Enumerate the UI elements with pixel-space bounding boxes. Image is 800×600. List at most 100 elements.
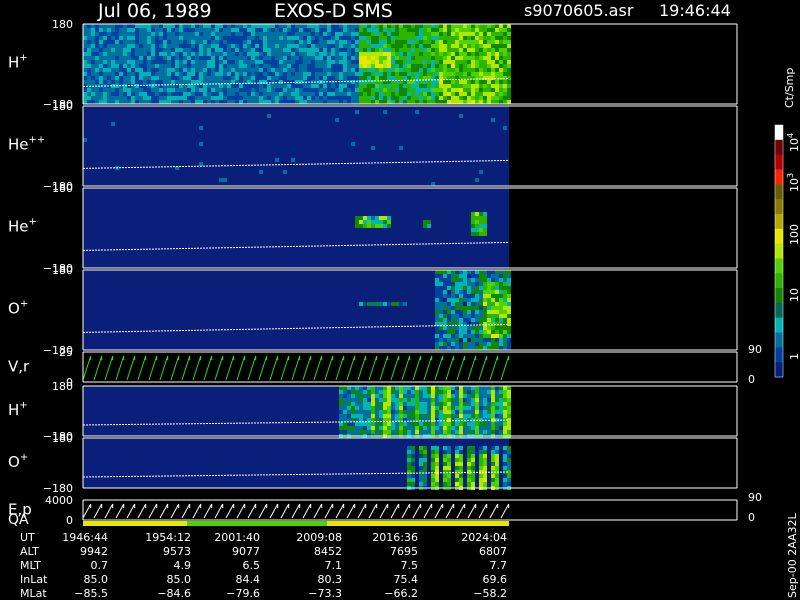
heatmap-cell xyxy=(91,60,95,64)
heatmap-cell xyxy=(183,80,187,84)
heatmap-cell xyxy=(263,72,267,76)
heatmap-cell xyxy=(383,60,387,64)
heatmap-cell xyxy=(399,52,403,56)
heatmap-cell xyxy=(331,64,335,68)
heatmap-cell xyxy=(255,60,259,64)
heatmap-cell xyxy=(91,40,95,44)
heatmap-cell xyxy=(435,386,439,390)
heatmap-cell xyxy=(367,68,371,72)
heatmap-cell xyxy=(339,418,343,422)
heatmap-cell xyxy=(247,88,251,92)
heatmap-cell xyxy=(343,80,347,84)
heatmap-cell xyxy=(439,346,443,350)
heatmap-cell xyxy=(267,52,271,56)
heatmap-cell xyxy=(195,52,199,56)
heatmap-cell xyxy=(287,76,291,80)
heatmap-cell xyxy=(495,76,499,80)
heatmap-cell xyxy=(451,310,455,314)
heatmap-cell xyxy=(183,24,187,28)
heatmap-cell xyxy=(239,76,243,80)
heatmap-cell xyxy=(355,414,359,418)
heatmap-cell xyxy=(323,88,327,92)
heatmap-cell xyxy=(311,24,315,28)
heatmap-cell xyxy=(379,84,383,88)
heatmap-cell xyxy=(383,390,387,394)
heatmap-cell xyxy=(375,422,379,426)
heatmap-cell xyxy=(367,48,371,52)
heatmap-cell xyxy=(355,410,359,414)
heatmap-cell xyxy=(367,32,371,36)
heatmap-cell xyxy=(299,96,303,100)
heatmap-cell xyxy=(419,450,423,454)
heatmap-cell xyxy=(463,338,467,342)
heatmap-cell xyxy=(171,36,175,40)
heatmap-cell xyxy=(207,32,211,36)
heatmap-cell xyxy=(327,68,331,72)
heatmap-cell xyxy=(503,390,507,394)
heatmap-cell xyxy=(371,100,375,104)
heatmap-cell xyxy=(255,100,259,104)
heatmap-cell xyxy=(483,220,487,224)
heatmap-cell xyxy=(243,88,247,92)
heatmap-cell xyxy=(111,44,115,48)
heatmap-cell xyxy=(455,290,459,294)
heatmap-cell xyxy=(211,60,215,64)
heatmap-cell xyxy=(479,64,483,68)
heatmap-cell xyxy=(459,482,463,486)
heatmap-cell xyxy=(487,298,491,302)
heatmap-cell xyxy=(479,318,483,322)
heatmap-cell xyxy=(371,390,375,394)
heatmap-cell xyxy=(107,28,111,32)
heatmap-cell xyxy=(139,64,143,68)
heatmap-cell xyxy=(351,84,355,88)
heatmap-cell xyxy=(203,52,207,56)
heatmap-cell xyxy=(271,80,275,84)
heatmap-cell xyxy=(351,422,355,426)
heatmap-cell xyxy=(347,56,351,60)
heatmap-cell xyxy=(351,92,355,96)
heatmap-cell xyxy=(339,398,343,402)
heatmap-cell xyxy=(207,64,211,68)
heatmap-cell xyxy=(339,414,343,418)
heatmap-cell xyxy=(483,338,487,342)
heatmap-cell xyxy=(171,24,175,28)
heatmap-cell xyxy=(239,72,243,76)
heatmap-cell xyxy=(335,48,339,52)
heatmap-cell xyxy=(163,44,167,48)
heatmap-cell xyxy=(383,56,387,60)
heatmap-cell xyxy=(207,92,211,96)
heatmap-cell xyxy=(275,158,279,162)
heatmap-cell xyxy=(419,64,423,68)
heatmap-cell xyxy=(471,422,475,426)
heatmap-cell xyxy=(451,36,455,40)
heatmap-cell xyxy=(295,100,299,104)
heatmap-cell xyxy=(507,446,511,450)
heatmap-cell xyxy=(443,482,447,486)
heatmap-cell xyxy=(347,48,351,52)
heatmap-cell xyxy=(223,76,227,80)
heatmap-cell xyxy=(279,100,283,104)
heatmap-cell xyxy=(471,430,475,434)
heatmap-cell xyxy=(419,390,423,394)
heatmap-cell xyxy=(315,28,319,32)
heatmap-cell xyxy=(439,282,443,286)
heatmap-cell xyxy=(435,394,439,398)
heatmap-cell xyxy=(211,80,215,84)
heatmap-cell xyxy=(135,84,139,88)
heatmap-cell xyxy=(463,346,467,350)
heatmap-cell xyxy=(171,72,175,76)
heatmap-cell xyxy=(207,52,211,56)
heatmap-cell xyxy=(507,60,511,64)
heatmap-cell xyxy=(347,406,351,410)
heatmap-cell xyxy=(411,36,415,40)
heatmap-cell xyxy=(339,60,343,64)
heatmap-cell xyxy=(483,482,487,486)
heatmap-cell xyxy=(211,76,215,80)
heatmap-cell xyxy=(359,72,363,76)
heatmap-cell xyxy=(491,36,495,40)
heatmap-cell xyxy=(415,56,419,60)
heatmap-cell xyxy=(451,52,455,56)
heatmap-cell xyxy=(215,96,219,100)
heatmap-cell xyxy=(355,426,359,430)
heatmap-cell xyxy=(443,326,447,330)
